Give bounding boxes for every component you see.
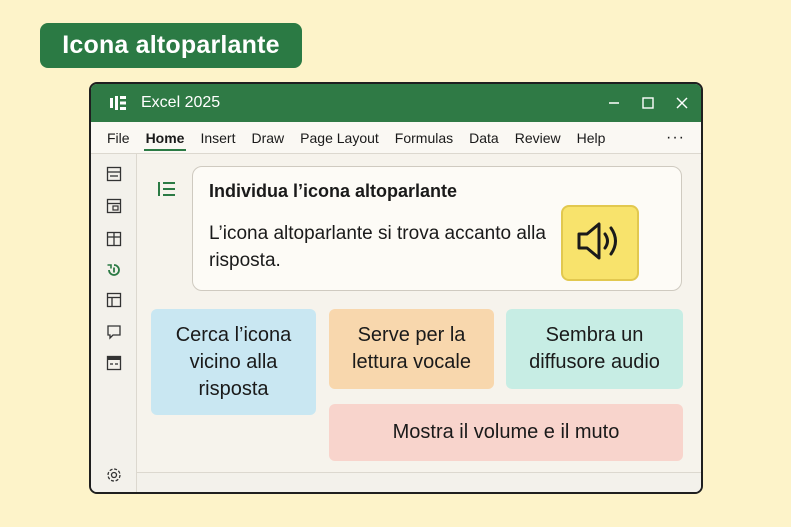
title-bar: Excel 2025 — [91, 84, 701, 122]
excel-logo-icon — [109, 94, 127, 112]
menu-data[interactable]: Data — [461, 122, 507, 154]
answer-tile-1[interactable]: Cerca l’icona vicino alla risposta — [151, 309, 316, 415]
answer-tile-3[interactable]: Sembra un diffusore audio — [506, 309, 683, 389]
menu-page-layout[interactable]: Page Layout — [292, 122, 387, 154]
menu-home[interactable]: Home — [138, 122, 193, 154]
card-body: L’icona altoparlante si trova accanto al… — [209, 223, 546, 271]
form-icon[interactable] — [106, 355, 122, 371]
status-bar — [137, 472, 701, 492]
grid-icon[interactable] — [106, 231, 122, 247]
comment-icon[interactable] — [106, 324, 122, 340]
menu-help[interactable]: Help — [569, 122, 614, 154]
app-window: Excel 2025 File Home Insert Draw Page La… — [89, 82, 703, 494]
layout-icon[interactable] — [106, 166, 122, 182]
instruction-card: Individua l’icona altoparlante L’icona a… — [192, 166, 682, 291]
menu-draw[interactable]: Draw — [243, 122, 292, 154]
menu-formulas[interactable]: Formulas — [387, 122, 461, 154]
minimize-icon[interactable] — [607, 96, 621, 110]
sidebar — [91, 154, 137, 492]
menu-insert[interactable]: Insert — [192, 122, 243, 154]
speaker-icon — [575, 219, 625, 268]
refresh-icon[interactable] — [106, 262, 122, 278]
more-options-icon[interactable]: ··· — [666, 122, 685, 154]
answer-tile-2[interactable]: Serve per la lettura vocale — [329, 309, 494, 389]
window-controls — [607, 84, 689, 122]
menu-file[interactable]: File — [99, 122, 138, 154]
menu-bar: File Home Insert Draw Page Layout Formul… — [91, 122, 701, 154]
page-title-badge: Icona altoparlante — [40, 23, 302, 68]
main-content: Individua l’icona altoparlante L’icona a… — [137, 154, 701, 492]
template-icon[interactable] — [106, 198, 122, 214]
card-title: Individua l’icona altoparlante — [209, 181, 458, 201]
maximize-icon[interactable] — [641, 96, 655, 110]
settings-icon[interactable] — [106, 467, 122, 483]
answer-tile-4[interactable]: Mostra il volume e il muto — [329, 404, 683, 461]
menu-review[interactable]: Review — [507, 122, 569, 154]
window-title: Excel 2025 — [141, 94, 221, 111]
close-icon[interactable] — [675, 96, 689, 110]
list-outline-icon[interactable] — [157, 180, 177, 198]
speaker-button[interactable] — [561, 205, 639, 281]
panel-icon[interactable] — [106, 292, 122, 308]
